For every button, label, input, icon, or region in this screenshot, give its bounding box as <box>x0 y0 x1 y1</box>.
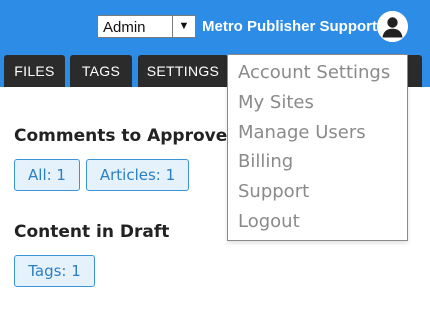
menu-item-billing[interactable]: Billing <box>238 151 293 172</box>
content-in-draft-heading: Content in Draft <box>14 222 170 242</box>
menu-item-manage-users[interactable]: Manage Users <box>238 122 366 143</box>
draft-tags-chip[interactable]: Tags: 1 <box>14 255 95 287</box>
tab-files[interactable]: FILES <box>4 55 65 87</box>
role-select-value: Admin <box>103 19 146 36</box>
user-avatar-icon[interactable] <box>377 11 408 42</box>
menu-item-account-settings[interactable]: Account Settings <box>238 62 390 83</box>
menu-item-logout[interactable]: Logout <box>238 211 300 232</box>
comments-to-approve-heading: Comments to Approve <box>14 126 228 146</box>
role-select[interactable]: Admin ▼ <box>97 15 196 38</box>
comments-all-chip[interactable]: All: 1 <box>14 159 80 191</box>
menu-item-my-sites[interactable]: My Sites <box>238 92 314 113</box>
menu-item-support[interactable]: Support <box>238 181 309 202</box>
user-name-menu-toggle[interactable]: Metro Publisher Support <box>202 18 377 35</box>
chevron-down-icon[interactable]: ▼ <box>172 16 195 37</box>
comments-articles-chip[interactable]: Articles: 1 <box>86 159 189 191</box>
tab-tags[interactable]: TAGS <box>70 55 132 87</box>
tab-settings[interactable]: SETTINGS <box>138 55 228 87</box>
user-menu-dropdown: Account Settings My Sites Manage Users B… <box>227 54 408 241</box>
